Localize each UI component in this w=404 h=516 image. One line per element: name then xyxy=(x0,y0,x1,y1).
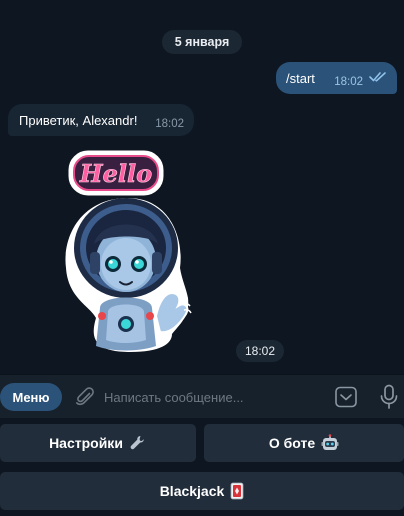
wrench-icon xyxy=(129,434,147,452)
message-text: /start xyxy=(286,70,315,86)
playing-card-icon xyxy=(230,482,244,500)
about-bot-button[interactable]: О боте xyxy=(204,424,404,462)
date-pill: 5 января xyxy=(162,30,242,54)
robot-face-icon xyxy=(321,434,339,452)
sticker-time: 18:02 xyxy=(236,340,284,362)
bot-reply-keyboard: Настройки О боте Blackjack xyxy=(0,418,404,516)
blackjack-label: Blackjack xyxy=(159,483,225,499)
hello-robot-girl-sticker[interactable]: Hello xyxy=(60,148,196,358)
read-double-check-icon xyxy=(369,69,387,87)
chat-area: 5 января /start 18:02 Приветик, Alexandr… xyxy=(0,0,404,374)
blackjack-button[interactable]: Blackjack xyxy=(0,472,404,510)
message-input[interactable] xyxy=(104,385,324,409)
outgoing-message[interactable]: /start 18:02 xyxy=(276,62,397,94)
sticker-sign-text: Hello xyxy=(79,159,152,188)
menu-button[interactable]: Меню xyxy=(0,383,62,411)
sticker-panel-icon[interactable] xyxy=(334,386,358,408)
paperclip-icon[interactable] xyxy=(74,386,96,408)
message-time: 18:02 xyxy=(334,76,363,88)
message-composer: Меню xyxy=(0,374,404,418)
message-time: 18:02 xyxy=(155,118,184,130)
microphone-icon[interactable] xyxy=(378,384,400,410)
incoming-message[interactable]: Приветик, Alexandr! 18:02 xyxy=(8,104,194,136)
settings-label: Настройки xyxy=(49,435,123,451)
message-text: Приветик, Alexandr! xyxy=(19,112,138,128)
about-bot-label: О боте xyxy=(268,435,316,451)
settings-button[interactable]: Настройки xyxy=(0,424,196,462)
